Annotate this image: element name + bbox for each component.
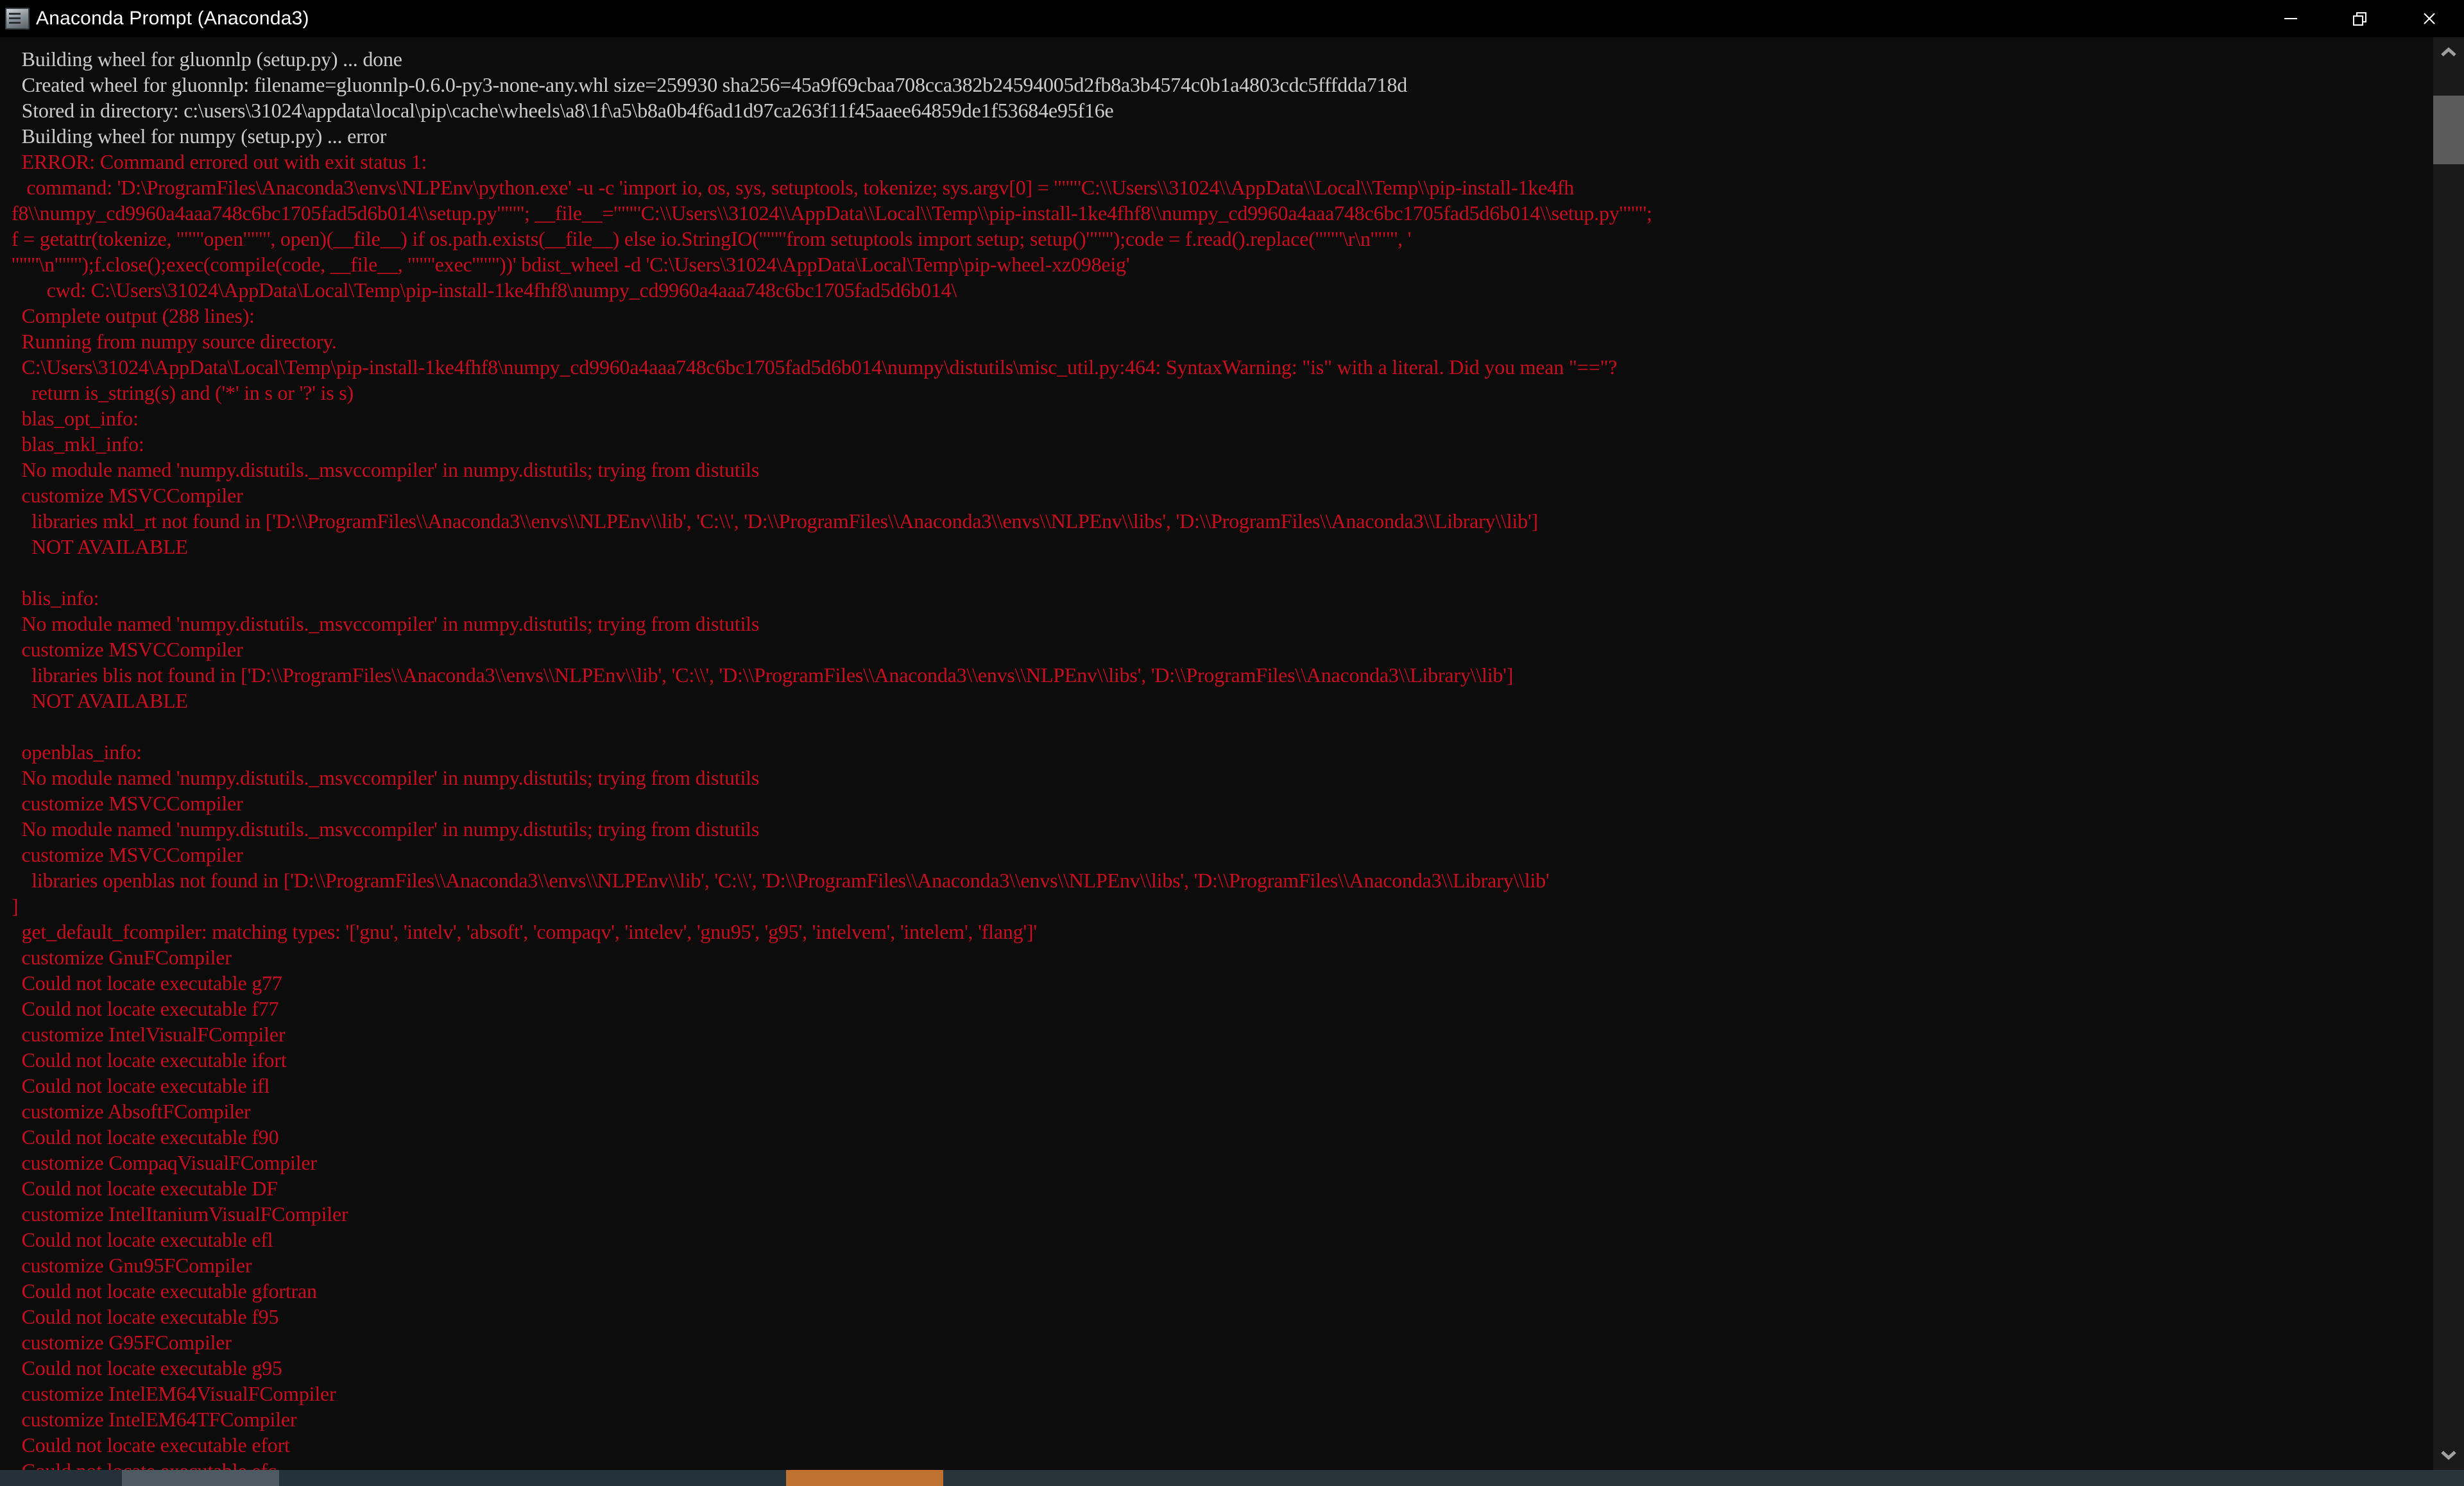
title-bar[interactable]: Anaconda Prompt (Anaconda3) — [0, 0, 2464, 37]
console-line: Could not locate executable efl — [12, 1228, 273, 1251]
console-line: Could not locate executable ifl — [12, 1074, 270, 1097]
console-line: Created wheel for gluonnlp: filename=glu… — [12, 73, 1408, 96]
chevron-up-icon — [2440, 47, 2458, 58]
console-line: libraries openblas not found in ['D:\\Pr… — [12, 869, 1550, 892]
console-line: customize MSVCCompiler — [12, 484, 243, 507]
console-line: Could not locate executable gfortran — [12, 1279, 317, 1302]
console-line: blis_info: — [12, 586, 99, 610]
taskbar-item-active[interactable] — [122, 1470, 279, 1486]
console-line: customize IntelEM64TFCompiler — [12, 1408, 297, 1431]
console-line: return is_string(s) and ('*' in s or '?'… — [12, 381, 354, 404]
console-line: customize CompaqVisualFCompiler — [12, 1151, 317, 1174]
console-line: ] — [12, 894, 19, 918]
taskbar-item-highlight[interactable] — [786, 1470, 943, 1486]
console-line: Could not locate executable g95 — [12, 1356, 282, 1379]
console-icon — [5, 8, 30, 30]
taskbar-group-right[interactable] — [943, 1470, 2464, 1486]
console-line: customize AbsoftFCompiler — [12, 1100, 251, 1123]
console-line: '"'"'\n'"'"');f.close();exec(compile(cod… — [12, 253, 1130, 276]
maximize-button[interactable] — [2325, 0, 2395, 37]
console-line: get_default_fcompiler: matching types: '… — [12, 920, 1038, 943]
console-line: customize Gnu95FCompiler — [12, 1254, 252, 1277]
console-line: Could not locate executable g77 — [12, 971, 282, 995]
console-line: blas_opt_info: — [12, 407, 139, 430]
scroll-up-button[interactable] — [2433, 37, 2464, 68]
console-line: No module named 'numpy.distutils._msvcco… — [12, 612, 760, 635]
taskbar[interactable] — [0, 1470, 2464, 1486]
console-line: Complete output (288 lines): — [12, 304, 255, 327]
console-line: customize G95FCompiler — [12, 1331, 232, 1354]
console-line: C:\Users\31024\AppData\Local\Temp\pip-in… — [12, 355, 1618, 379]
console-line: Could not locate executable ifort — [12, 1048, 287, 1072]
console-line: f8\\numpy_cd9960a4aaa748c6bc1705fad5d6b0… — [12, 201, 1652, 225]
restore-icon — [2350, 9, 2370, 28]
console-line: f = getattr(tokenize, '"'"'open'"'"', op… — [12, 227, 1412, 250]
console-line: No module named 'numpy.distutils._msvcco… — [12, 766, 760, 789]
console-window: Anaconda Prompt (Anaconda3) Building whe… — [0, 0, 2464, 1470]
scroll-down-button[interactable] — [2433, 1439, 2464, 1470]
console-line: Could not locate executable DF — [12, 1177, 278, 1200]
console-line: Could not locate executable f90 — [12, 1125, 279, 1149]
console-line: customize GnuFCompiler — [12, 946, 232, 969]
scrollbar-track[interactable] — [2433, 68, 2464, 1439]
console-line: No module named 'numpy.distutils._msvcco… — [12, 817, 760, 841]
console-line: libraries mkl_rt not found in ['D:\\Prog… — [12, 509, 1538, 533]
close-button[interactable] — [2395, 0, 2464, 37]
console-line: openblas_info: — [12, 740, 142, 764]
console-line: Could not locate executable f77 — [12, 997, 279, 1020]
console-line: command: 'D:\ProgramFiles\Anaconda3\envs… — [12, 176, 1575, 199]
console-line: customize IntelEM64VisualFCompiler — [12, 1382, 336, 1405]
close-icon — [2420, 9, 2439, 28]
console-line: customize MSVCCompiler — [12, 638, 243, 661]
scrollbar-thumb[interactable] — [2433, 95, 2464, 164]
console-line: ERROR: Command errored out with exit sta… — [12, 150, 427, 173]
console-line: Building wheel for gluonnlp (setup.py) .… — [12, 47, 402, 71]
console-line: Running from numpy source directory. — [12, 330, 337, 353]
console-line: No module named 'numpy.distutils._msvcco… — [12, 458, 760, 481]
chevron-down-icon — [2440, 1449, 2458, 1460]
console-line: customize IntelVisualFCompiler — [12, 1023, 286, 1046]
taskbar-group-mid[interactable] — [279, 1470, 786, 1486]
taskbar-group-left[interactable] — [0, 1470, 122, 1486]
console-line: customize MSVCCompiler — [12, 792, 243, 815]
minimize-button[interactable] — [2256, 0, 2325, 37]
console-output[interactable]: Building wheel for gluonnlp (setup.py) .… — [0, 37, 2433, 1470]
console-line: Stored in directory: c:\users\31024\appd… — [12, 99, 1114, 122]
console-line: customize MSVCCompiler — [12, 843, 243, 866]
console-line: customize IntelItaniumVisualFCompiler — [12, 1202, 348, 1226]
console-line: cwd: C:\Users\31024\AppData\Local\Temp\p… — [12, 278, 957, 302]
console-line: blas_mkl_info: — [12, 432, 144, 456]
console-line: libraries blis not found in ['D:\\Progra… — [12, 663, 1514, 687]
console-line: NOT AVAILABLE — [12, 535, 188, 558]
vertical-scrollbar[interactable] — [2433, 37, 2464, 1470]
console-body: Building wheel for gluonnlp (setup.py) .… — [0, 37, 2464, 1470]
console-line: NOT AVAILABLE — [12, 689, 188, 712]
minimize-icon — [2281, 9, 2300, 28]
console-line: Could not locate executable f95 — [12, 1305, 279, 1328]
console-line: Building wheel for numpy (setup.py) ... … — [12, 124, 387, 148]
window-title: Anaconda Prompt (Anaconda3) — [36, 8, 309, 29]
console-line: Could not locate executable efc — [0, 1458, 2433, 1470]
console-line: Could not locate executable efort — [12, 1433, 290, 1456]
